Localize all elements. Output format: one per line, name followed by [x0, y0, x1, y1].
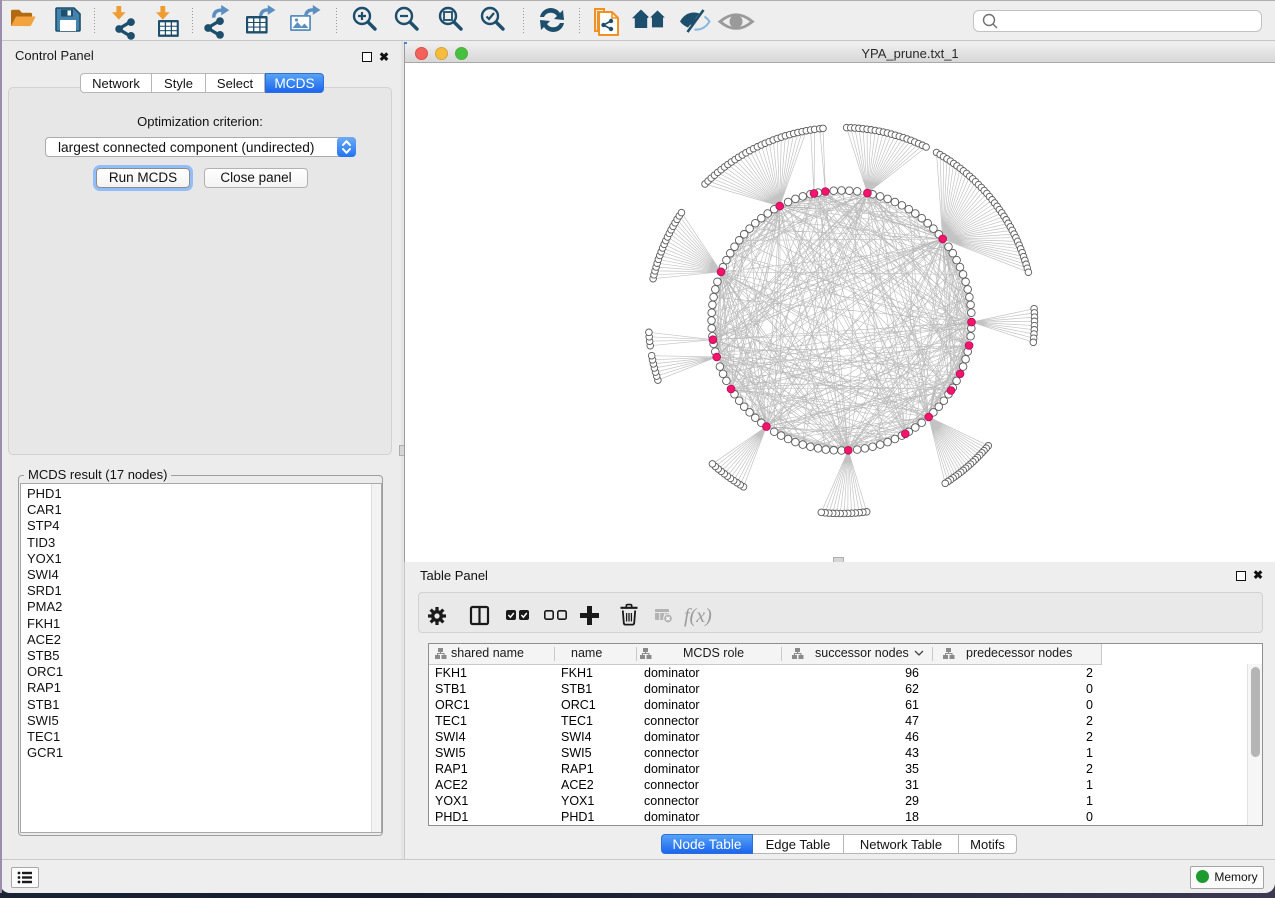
svg-text:f(x): f(x): [684, 605, 712, 627]
